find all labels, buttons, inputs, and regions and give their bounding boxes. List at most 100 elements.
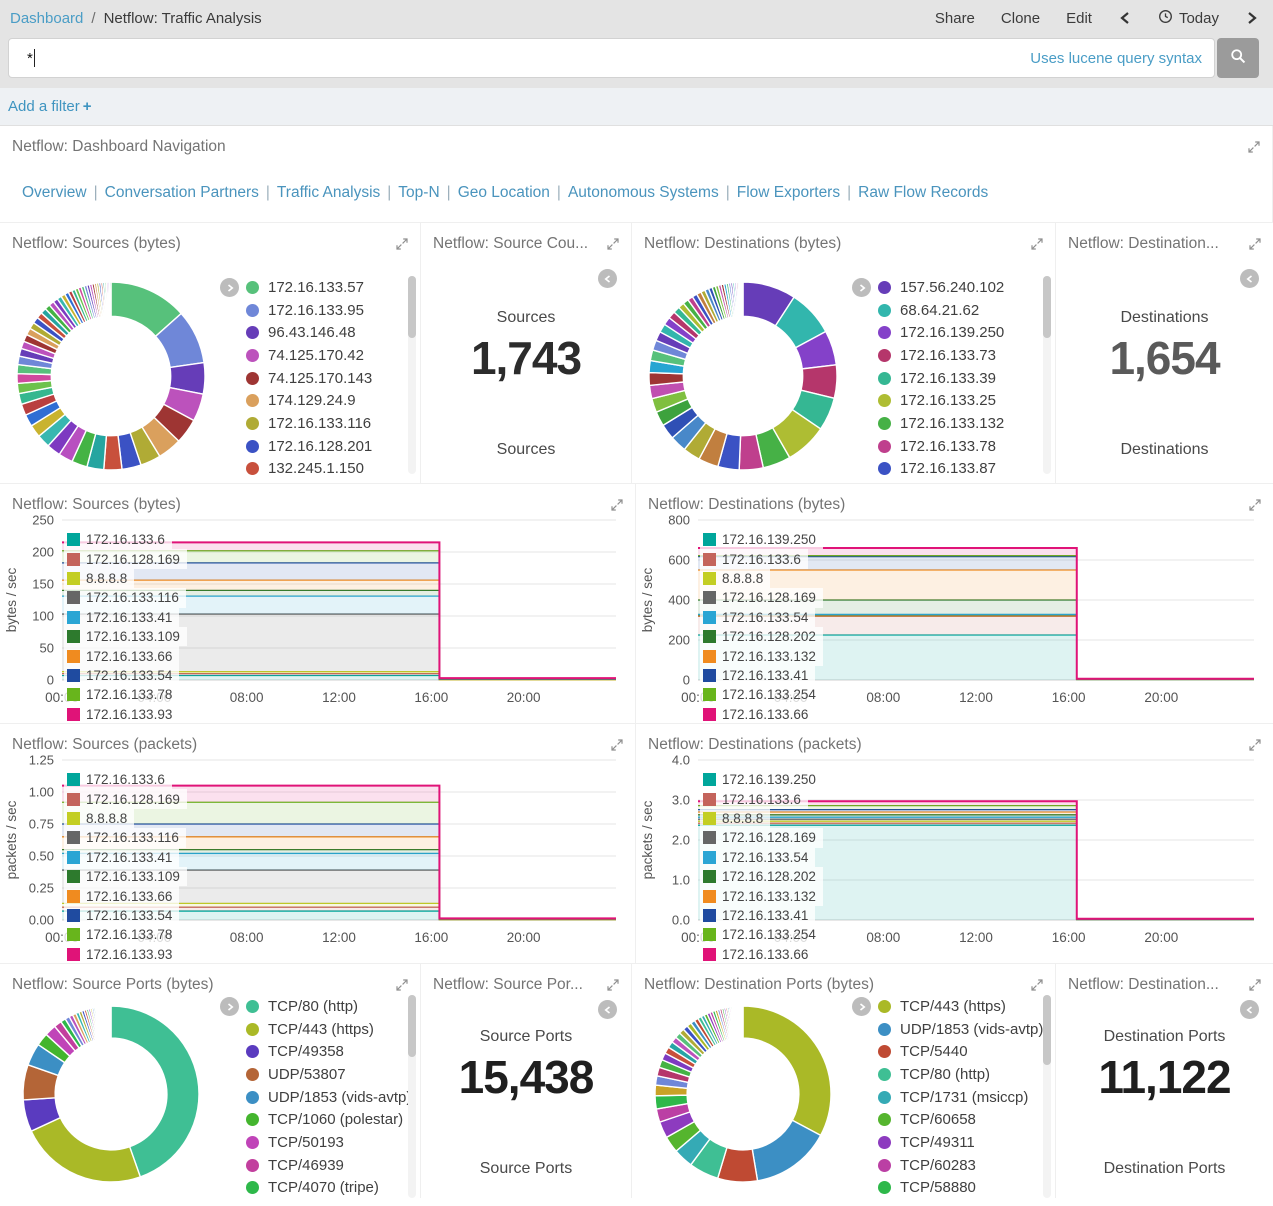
legend-item[interactable]: 172.16.133.87 [878, 458, 1004, 481]
donut-chart[interactable] [653, 1004, 833, 1189]
legend-item[interactable]: TCP/443 (https) [246, 1018, 411, 1041]
area-chart[interactable]: 020040060080000:0004:0008:0012:0016:0020… [636, 510, 1273, 723]
legend-item[interactable]: 172.16.133.41 [700, 666, 815, 685]
search-input[interactable]: * Uses lucene query syntax [8, 38, 1215, 78]
legend-expand-icon[interactable] [1240, 1000, 1259, 1019]
legend-item[interactable]: 172.16.133.39 [878, 367, 1004, 390]
legend-item[interactable]: 172.16.133.132 [700, 646, 823, 665]
breadcrumb-dashboard-link[interactable]: Dashboard [10, 10, 83, 27]
legend-item[interactable]: UDP/1853 (vids-avtp) [878, 1018, 1043, 1041]
legend-item[interactable]: TCP/50193 [246, 1131, 411, 1154]
legend-item[interactable]: 174.129.24.9 [246, 389, 372, 412]
time-picker-button[interactable]: Today [1158, 9, 1219, 28]
legend-item[interactable]: 96.43.146.48 [246, 321, 372, 344]
legend-item[interactable]: TCP/58880 [878, 1177, 1043, 1199]
legend-item[interactable]: TCP/80 (http) [878, 1063, 1043, 1086]
legend-item[interactable]: 172.16.133.93 [64, 945, 179, 964]
expand-panel-icon[interactable] [1248, 140, 1260, 158]
legend-item[interactable]: 172.16.139.250 [878, 321, 1004, 344]
area-chart[interactable]: 0.000.250.500.751.001.2500:0004:0008:001… [0, 750, 635, 963]
legend-item[interactable]: 172.16.133.6 [700, 789, 808, 808]
legend-item[interactable]: TCP/60283 [878, 1154, 1043, 1177]
legend-item[interactable]: 172.16.133.73 [878, 344, 1004, 367]
expand-panel-icon[interactable] [1031, 978, 1043, 996]
expand-panel-icon[interactable] [396, 237, 408, 255]
legend-item[interactable]: 157.56.240.102 [878, 276, 1004, 299]
area-chart[interactable]: 05010015020025000:0004:0008:0012:0016:00… [0, 510, 635, 723]
dashboard-nav-link[interactable]: Flow Exporters [737, 184, 840, 201]
legend-item[interactable]: TCP/49311 [878, 1131, 1043, 1154]
legend-item[interactable]: 68.64.21.62 [878, 299, 1004, 322]
legend-item[interactable]: 132.245.1.150 [246, 458, 372, 481]
legend-item[interactable]: 172.16.133.66 [700, 945, 815, 964]
scrollbar-thumb[interactable] [1043, 995, 1051, 1065]
legend-expand-icon[interactable] [598, 269, 617, 288]
dashboard-nav-link[interactable]: Raw Flow Records [858, 184, 988, 201]
legend-item[interactable]: 172.16.133.54 [700, 848, 815, 867]
dashboard-nav-link[interactable]: Traffic Analysis [277, 184, 380, 201]
lucene-syntax-link[interactable]: Uses lucene query syntax [1030, 50, 1202, 67]
expand-panel-icon[interactable] [1031, 237, 1043, 255]
legend-item[interactable]: 172.16.133.6 [64, 530, 172, 549]
add-filter-link[interactable]: Add a filter+ [8, 98, 91, 115]
legend-item[interactable]: 172.16.133.254 [700, 925, 823, 944]
area-chart[interactable]: 0.01.02.03.04.000:0004:0008:0012:0016:00… [636, 750, 1273, 963]
edit-button[interactable]: Edit [1066, 10, 1092, 27]
legend-item[interactable]: 172.16.133.25 [878, 389, 1004, 412]
dashboard-nav-link[interactable]: Overview [22, 184, 87, 201]
legend-item[interactable]: 172.16.133.41 [700, 906, 815, 925]
legend-item[interactable]: 172.16.128.201 [246, 435, 372, 458]
dashboard-nav-link[interactable]: Geo Location [458, 184, 550, 201]
legend-item[interactable]: 172.16.133.254 [700, 685, 823, 704]
legend-item[interactable]: 172.16.133.93 [64, 705, 179, 724]
legend-item[interactable]: TCP/49358 [246, 1040, 411, 1063]
legend-item[interactable]: 172.16.133.116 [64, 828, 186, 847]
time-prev-button[interactable] [1118, 10, 1132, 26]
legend-item[interactable]: 172.16.133.109 [64, 867, 187, 886]
legend-item[interactable]: 172.16.133.66 [64, 886, 179, 905]
legend-item[interactable]: 172.16.133.132 [700, 886, 823, 905]
legend-item[interactable]: 8.8.8.8 [64, 809, 134, 828]
legend-item[interactable]: 172.16.133.116 [246, 412, 372, 435]
legend-expand-icon[interactable] [598, 1000, 617, 1019]
time-next-button[interactable] [1245, 10, 1259, 26]
legend-item[interactable]: 172.16.133.78 [64, 685, 179, 704]
donut-chart[interactable] [21, 1004, 201, 1189]
legend-item[interactable]: 172.16.133.66 [700, 705, 815, 724]
legend-item[interactable]: UDP/1853 (vids-avtp) [246, 1086, 411, 1109]
legend-item[interactable]: 8.8.8.8 [700, 569, 770, 588]
legend-item[interactable]: TCP/80 (http) [246, 995, 411, 1018]
legend-item[interactable]: 172.16.139.250 [700, 770, 823, 789]
legend-item[interactable]: 172.16.133.78 [878, 435, 1004, 458]
legend-item[interactable]: 172.16.128.202 [700, 627, 823, 646]
legend-item[interactable]: 172.16.133.95 [246, 299, 372, 322]
legend-item[interactable]: 172.16.139.250 [700, 530, 823, 549]
legend-item[interactable]: TCP/443 (https) [878, 995, 1043, 1018]
legend-item[interactable]: 172.16.133.66 [64, 646, 179, 665]
legend-collapse-icon[interactable] [852, 278, 871, 297]
legend-item[interactable]: 172.16.133.132 [878, 412, 1004, 435]
legend-expand-icon[interactable] [1240, 269, 1259, 288]
scrollbar-thumb[interactable] [408, 276, 416, 338]
expand-panel-icon[interactable] [607, 237, 619, 255]
legend-collapse-icon[interactable] [220, 997, 239, 1016]
legend-collapse-icon[interactable] [852, 997, 871, 1016]
legend-item[interactable]: TCP/60658 [878, 1108, 1043, 1131]
expand-panel-icon[interactable] [1249, 978, 1261, 996]
expand-panel-icon[interactable] [396, 978, 408, 996]
legend-item[interactable]: 172.16.133.116 [64, 588, 186, 607]
legend-item[interactable]: TCP/1060 (polestar) [246, 1108, 411, 1131]
legend-item[interactable]: 172.16.133.54 [64, 666, 179, 685]
legend-item[interactable]: 74.125.170.143 [246, 367, 372, 390]
legend-item[interactable]: 172.16.128.169 [64, 549, 187, 568]
legend-item[interactable]: 172.16.128.169 [64, 789, 187, 808]
legend-item[interactable]: 172.16.128.169 [700, 588, 823, 607]
legend-item[interactable]: 172.16.133.6 [64, 770, 172, 789]
donut-chart[interactable] [647, 280, 839, 477]
legend-item[interactable]: TCP/46939 [246, 1154, 411, 1177]
legend-item[interactable]: UDP/53807 [246, 1063, 411, 1086]
scrollbar-thumb[interactable] [1043, 276, 1051, 338]
legend-item[interactable]: 172.16.133.6 [700, 549, 808, 568]
legend-item[interactable]: 172.16.133.41 [64, 848, 179, 867]
legend-collapse-icon[interactable] [220, 278, 239, 297]
